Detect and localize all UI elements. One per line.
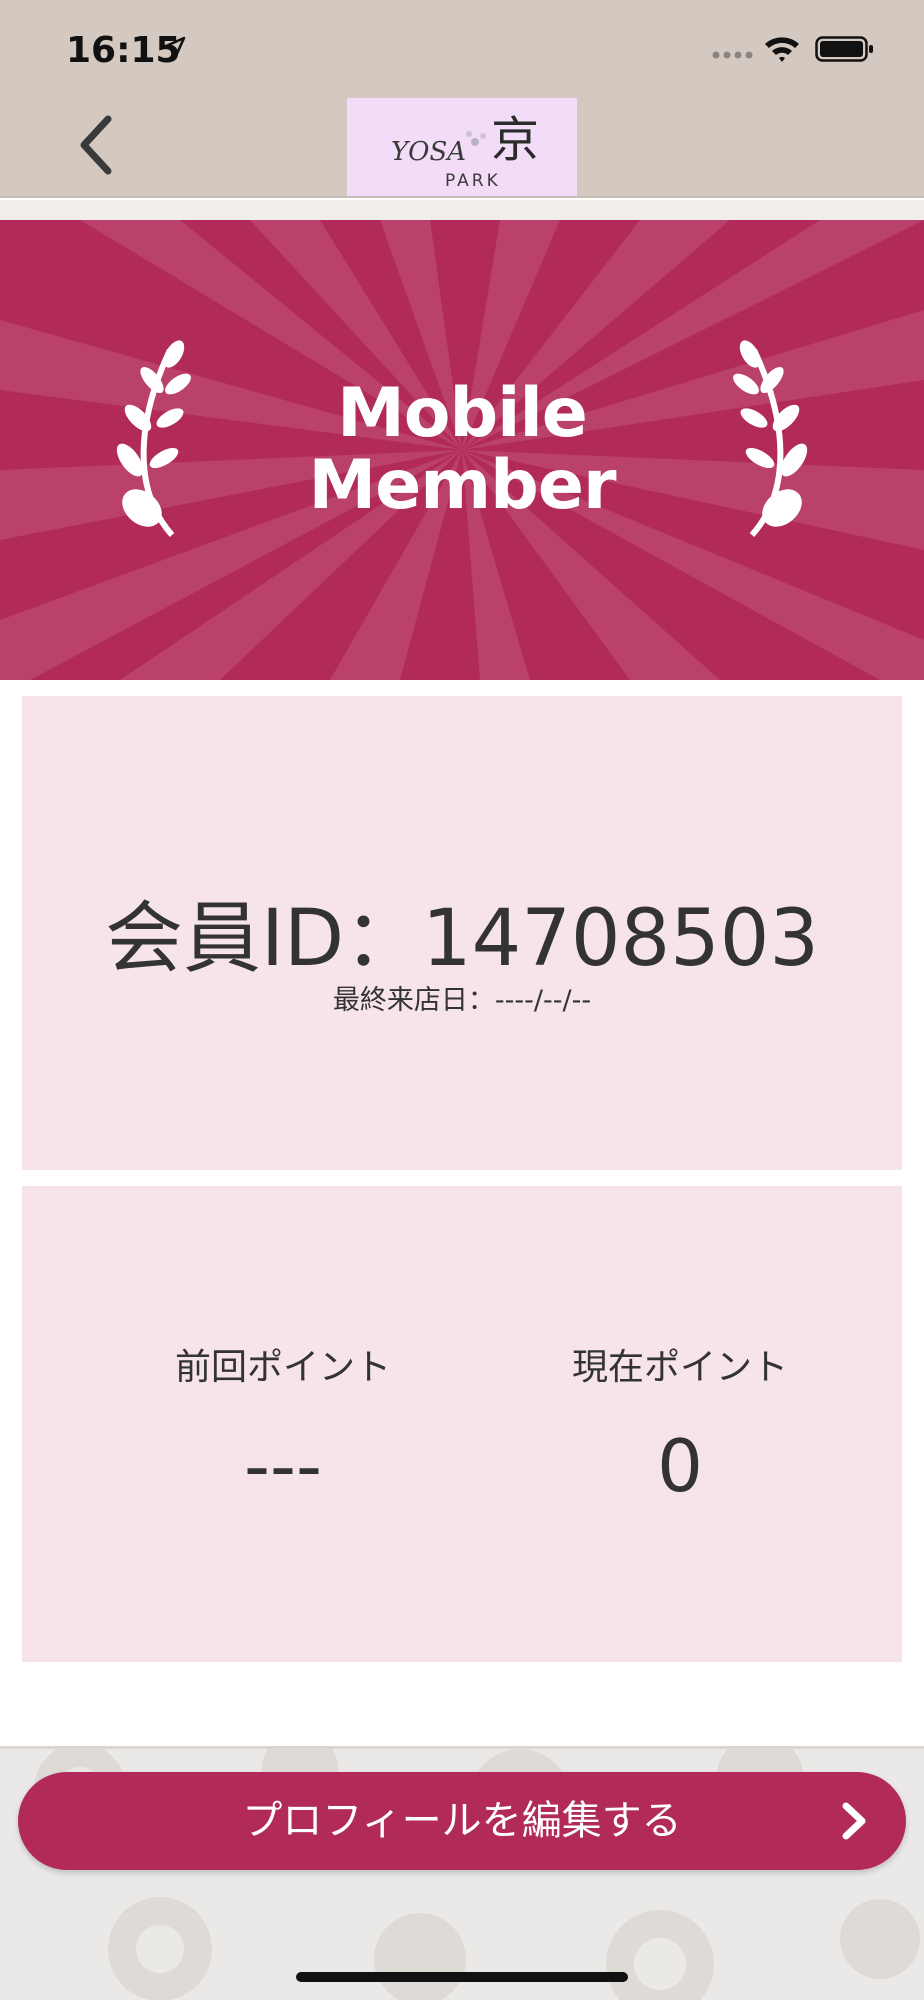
texture-strip <box>0 200 924 220</box>
svg-text:京: 京 <box>491 112 539 168</box>
wifi-icon <box>765 37 799 62</box>
edit-profile-button[interactable]: プロフィールを編集する <box>18 1772 906 1870</box>
location-arrow-icon <box>162 36 186 60</box>
edit-profile-label: プロフィールを編集する <box>242 1798 682 1844</box>
points-card: 前回ポイント --- 現在ポイント 0 <box>22 1186 902 1662</box>
back-button[interactable] <box>66 110 126 180</box>
chevron-right-icon <box>842 1802 866 1840</box>
previous-points-value: --- <box>244 1424 322 1508</box>
current-points-value: 0 <box>657 1424 703 1508</box>
member-id: 会員ID：14708503 <box>104 894 820 984</box>
last-visit-date: 最終来店日：----/--/-- <box>332 985 592 1016</box>
previous-points-label: 前回ポイント <box>174 1347 391 1388</box>
laurel-right-icon <box>733 340 808 537</box>
navigation-bar: 16:15 YOSA 京 PARK <box>0 0 924 198</box>
chevron-left-icon <box>80 115 112 175</box>
signal-icon <box>712 51 753 59</box>
svg-text:YOSA: YOSA <box>391 137 466 167</box>
battery-icon <box>815 36 873 62</box>
yosa-park-logo: YOSA 京 PARK <box>347 98 577 196</box>
home-indicator[interactable] <box>296 1972 628 1982</box>
svg-text:PARK: PARK <box>445 171 501 191</box>
member-id-card: 会員ID：14708503 最終来店日：----/--/-- <box>22 696 902 1170</box>
current-points-label: 現在ポイント <box>571 1347 788 1388</box>
mobile-member-banner: Mobile Member <box>0 220 924 680</box>
